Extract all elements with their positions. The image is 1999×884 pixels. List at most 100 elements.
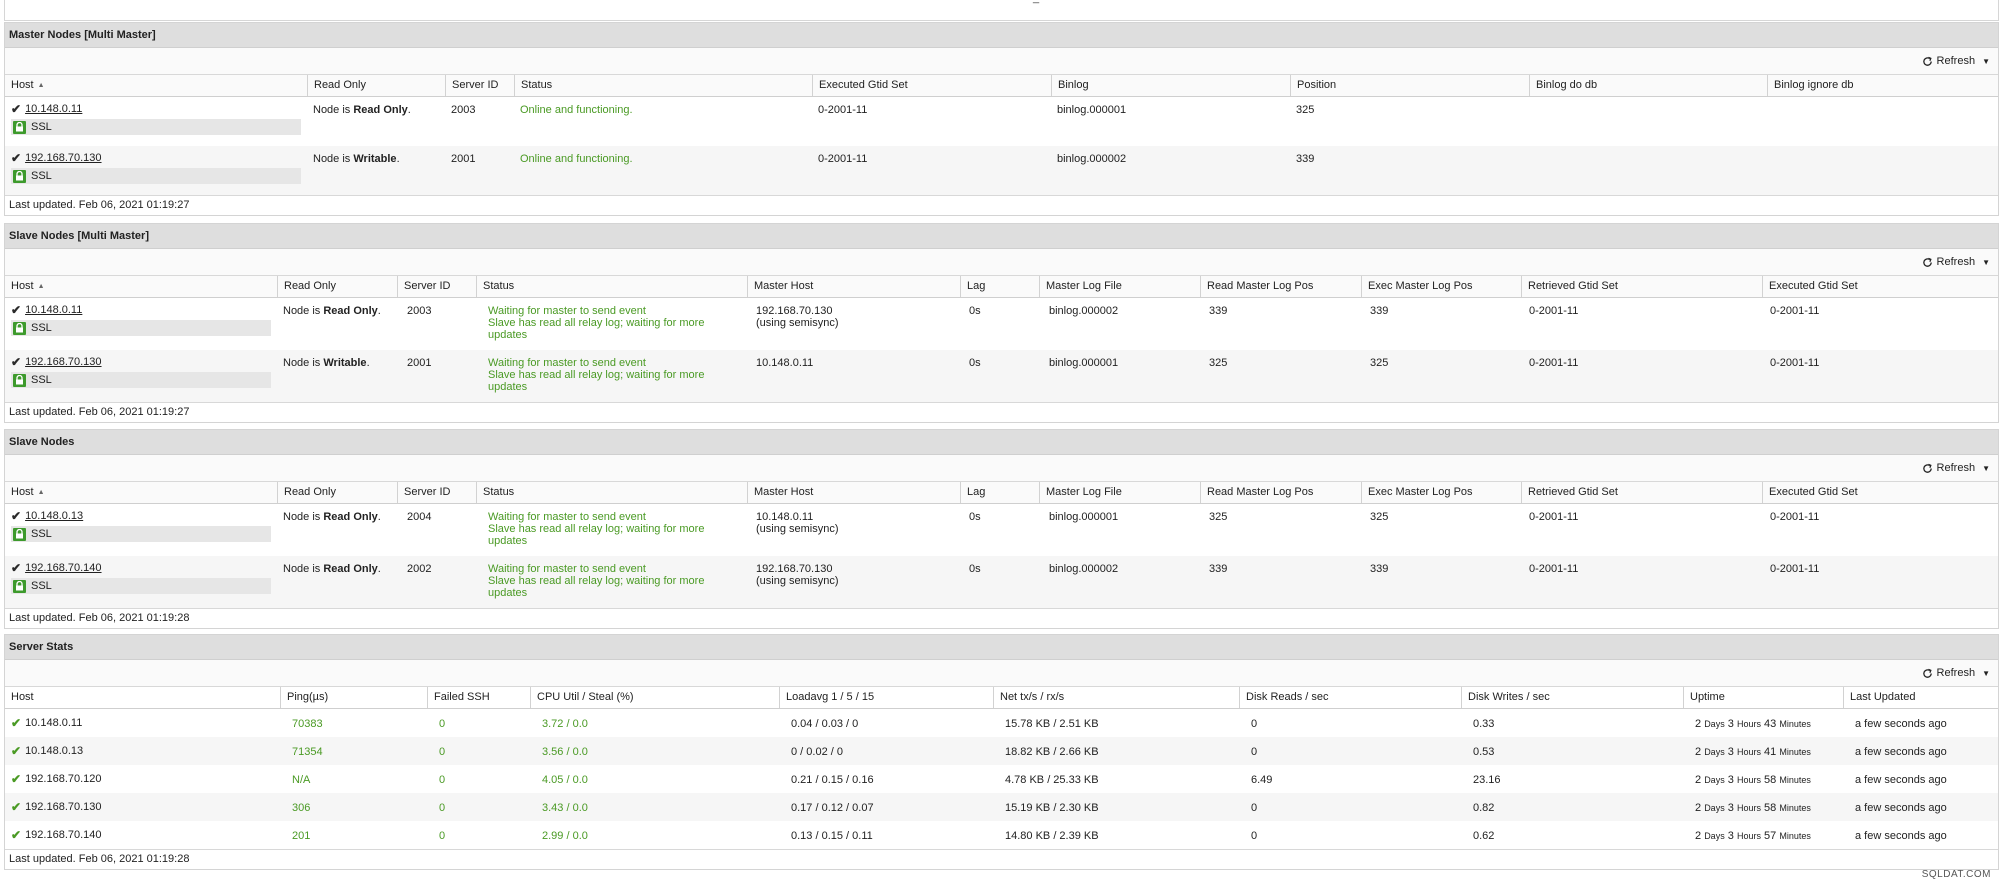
col-exec-master-log-pos[interactable]: Exec Master Log Pos <box>1361 276 1521 297</box>
col-executed-gtid[interactable]: Executed Gtid Set <box>1762 276 1998 297</box>
col-lag[interactable]: Lag <box>960 276 1039 297</box>
retrieved-gtid-value: 0-2001-11 <box>1529 511 1579 523</box>
lock-icon <box>13 321 26 335</box>
server-id-value: 2004 <box>407 511 432 523</box>
col-binlog[interactable]: Binlog <box>1051 75 1290 96</box>
check-icon: ✔ <box>11 716 22 730</box>
lag-value: 0s <box>969 511 981 523</box>
slave-multi-table-header: Host ▲ Read Only Server ID Status Master … <box>5 276 1998 298</box>
col-master-host[interactable]: Master Host <box>747 276 960 297</box>
dropdown-caret-icon[interactable]: ▼ <box>1982 464 1990 473</box>
sort-asc-icon: ▲ <box>37 283 45 290</box>
col-lag[interactable]: Lag <box>960 482 1039 503</box>
col-host[interactable]: Host ▲ <box>5 75 307 96</box>
lock-icon <box>13 373 26 387</box>
col-position[interactable]: Position <box>1290 75 1529 96</box>
col-ping[interactable]: Ping(µs) <box>280 687 427 708</box>
loadavg-value: 0.13 / 0.15 / 0.11 <box>791 830 873 842</box>
col-exec-master-log-pos[interactable]: Exec Master Log Pos <box>1361 482 1521 503</box>
refresh-button[interactable]: Refresh ▼ <box>1922 667 1990 679</box>
host-link[interactable]: 192.168.70.140 <box>25 562 101 574</box>
col-disk-writes[interactable]: Disk Writes / sec <box>1461 687 1683 708</box>
col-host[interactable]: Host ▲ <box>5 276 277 297</box>
col-server-id[interactable]: Server ID <box>397 482 476 503</box>
host-link[interactable]: 192.168.70.130 <box>25 152 101 164</box>
col-master-host[interactable]: Master Host <box>747 482 960 503</box>
refresh-button[interactable]: Refresh ▼ <box>1922 256 1990 268</box>
col-executed-gtid[interactable]: Executed Gtid Set <box>812 75 1051 96</box>
table-row: ✔ 10.148.0.13 71354 0 3.56 / 0.0 0 / 0.02 / 0… <box>5 737 1998 765</box>
check-icon: ✔ <box>11 102 22 116</box>
col-status[interactable]: Status <box>476 276 747 297</box>
host-link[interactable]: 10.148.0.11 <box>25 304 82 316</box>
failed-ssh-value: 0 <box>439 718 446 730</box>
check-icon: ✔ <box>11 744 22 758</box>
lag-value: 0s <box>969 305 981 317</box>
col-master-log-file[interactable]: Master Log File <box>1039 276 1200 297</box>
table-row: ✔ 10.148.0.13 SSL Node is Read Only. 2004… <box>5 504 1998 556</box>
col-read-only[interactable]: Read Only <box>277 482 397 503</box>
slave-nodes-panel: Slave Nodes Refresh ▼ Host ▲ Read Only Se… <box>4 429 1999 629</box>
col-read-only[interactable]: Read Only <box>307 75 445 96</box>
executed-gtid-value: 0-2001-11 <box>1770 563 1820 575</box>
host-link[interactable]: 192.168.70.130 <box>25 356 101 368</box>
col-host[interactable]: Host <box>5 687 280 708</box>
master-host-value: 192.168.70.130 (using semisync) <box>756 563 839 587</box>
uptime-value: 2 Days 3 Hours 57 Minutes <box>1695 830 1811 842</box>
master-log-file-value: binlog.000002 <box>1049 305 1119 317</box>
server-id-value: 2001 <box>451 153 476 165</box>
refresh-button[interactable]: Refresh ▼ <box>1922 55 1990 67</box>
table-row: ✔ 10.148.0.11 SSL Node is Read Only. 2003… <box>5 298 1998 350</box>
col-binlog-ignore-db[interactable]: Binlog ignore db <box>1767 75 1998 96</box>
col-master-log-file[interactable]: Master Log File <box>1039 482 1200 503</box>
col-uptime[interactable]: Uptime <box>1683 687 1843 708</box>
col-read-master-log-pos[interactable]: Read Master Log Pos <box>1200 482 1361 503</box>
read-only-value: Node is Read Only. <box>283 511 381 523</box>
host-link[interactable]: 10.148.0.13 <box>25 510 83 522</box>
col-cpu-util[interactable]: CPU Util / Steal (%) <box>530 687 779 708</box>
col-last-updated[interactable]: Last Updated <box>1843 687 1998 708</box>
col-host[interactable]: Host ▲ <box>5 482 277 503</box>
col-binlog-do-db[interactable]: Binlog do db <box>1529 75 1767 96</box>
col-server-id[interactable]: Server ID <box>397 276 476 297</box>
position-value: 325 <box>1296 104 1315 116</box>
col-status[interactable]: Status <box>476 482 747 503</box>
lock-icon <box>13 169 26 183</box>
dropdown-caret-icon[interactable]: ▼ <box>1982 669 1990 678</box>
col-net[interactable]: Net tx/s / rx/s <box>993 687 1239 708</box>
col-disk-reads[interactable]: Disk Reads / sec <box>1239 687 1461 708</box>
read-only-value: Node is Writable. <box>283 357 370 369</box>
refresh-icon <box>1922 668 1932 678</box>
host-value: 10.148.0.11 <box>25 717 83 729</box>
master-log-file-value: binlog.000001 <box>1049 357 1119 369</box>
failed-ssh-value: 0 <box>439 830 446 842</box>
read-only-value: Node is Writable. <box>313 153 400 165</box>
check-icon: ✔ <box>11 772 22 786</box>
read-pos-value: 325 <box>1209 511 1228 523</box>
read-only-value: Node is Read Only. <box>283 305 381 317</box>
last-updated: Last updated. Feb 06, 2021 01:19:27 <box>5 195 1998 214</box>
last-updated: Last updated. Feb 06, 2021 01:19:28 <box>5 608 1998 627</box>
master-host-value: 10.148.0.11 <box>756 357 814 369</box>
col-loadavg[interactable]: Loadavg 1 / 5 / 15 <box>779 687 993 708</box>
server-stats-panel: Server Stats Refresh ▼ Host Ping(µs) Fai… <box>4 634 1999 870</box>
col-read-master-log-pos[interactable]: Read Master Log Pos <box>1200 276 1361 297</box>
server-id-value: 2003 <box>407 305 432 317</box>
loadavg-value: 0.21 / 0.15 / 0.16 <box>791 774 874 786</box>
col-failed-ssh[interactable]: Failed SSH <box>427 687 530 708</box>
refresh-button[interactable]: Refresh ▼ <box>1922 462 1990 474</box>
last-updated-value: a few seconds ago <box>1855 802 1947 814</box>
col-retrieved-gtid[interactable]: Retrieved Gtid Set <box>1521 276 1762 297</box>
dropdown-caret-icon[interactable]: ▼ <box>1982 57 1990 66</box>
col-read-only[interactable]: Read Only <box>277 276 397 297</box>
check-icon: ✔ <box>11 355 22 369</box>
col-retrieved-gtid[interactable]: Retrieved Gtid Set <box>1521 482 1762 503</box>
col-status[interactable]: Status <box>514 75 812 96</box>
table-row: ✔ 10.148.0.11 70383 0 3.72 / 0.0 0.04 / 0.03 … <box>5 709 1998 737</box>
col-server-id[interactable]: Server ID <box>445 75 514 96</box>
position-value: 339 <box>1296 153 1315 165</box>
executed-gtid-value: 0-2001-11 <box>818 153 868 165</box>
host-link[interactable]: 10.148.0.11 <box>25 103 82 115</box>
col-executed-gtid[interactable]: Executed Gtid Set <box>1762 482 1998 503</box>
dropdown-caret-icon[interactable]: ▼ <box>1982 258 1990 267</box>
